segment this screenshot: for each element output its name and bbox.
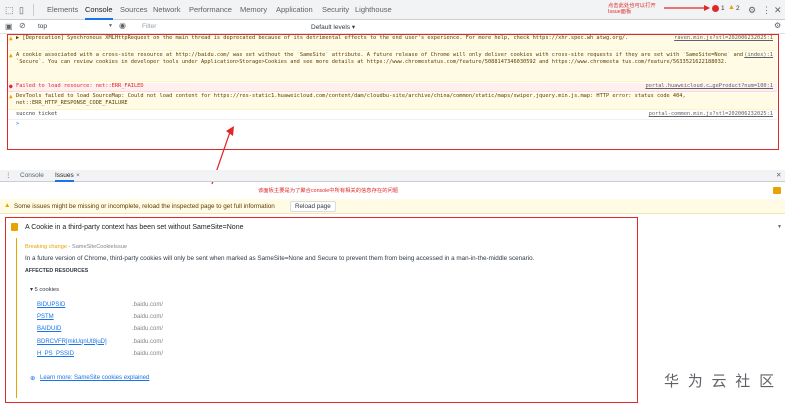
tab-lighthouse[interactable]: Lighthouse — [355, 0, 392, 20]
console-message: ▲ A cookie associated with a cross-site r… — [8, 52, 777, 82]
gear-icon[interactable]: ⚙ — [748, 0, 756, 20]
message-text: A cookie associated with a cross-site re… — [16, 52, 744, 66]
cookie-domain-list: .baidu.com/ .baidu.com/ .baidu.com/ .bai… — [132, 299, 163, 360]
cookie-name[interactable]: PSTM — [37, 314, 54, 320]
more-menu-icon[interactable]: ⋮ — [762, 0, 771, 20]
cookie-domain: .baidu.com/ — [132, 350, 164, 357]
cookie-name[interactable]: H_PS_PSSID — [37, 351, 74, 357]
chevron-down-icon[interactable]: ▼ — [777, 224, 782, 230]
divider — [33, 4, 34, 16]
inspect-element-icon[interactable]: ⬚ — [5, 0, 14, 20]
warning-icon: ▲ — [9, 93, 13, 100]
context-select[interactable]: top — [38, 23, 47, 30]
info-bar-text: Some issues might be missing or incomple… — [14, 203, 275, 210]
cookie-row: H_PS_PSSID — [37, 348, 107, 360]
cookies-toggle[interactable]: ▾ 5 cookies — [30, 287, 59, 293]
issue-card: A Cookie in a third-party context has be… — [5, 217, 638, 403]
chevron-down-icon[interactable]: ▼ — [108, 23, 113, 29]
warning-icon[interactable]: ▲ — [728, 4, 735, 11]
cookie-domain: .baidu.com/ — [132, 314, 164, 321]
issues-info-bar: ▲ Some issues might be missing or incomp… — [0, 199, 785, 214]
message-source-link[interactable]: (index):1 — [744, 52, 773, 60]
tab-performance[interactable]: Performance — [189, 0, 232, 20]
warning-icon: ▲ — [4, 202, 11, 209]
console-prompt[interactable]: > — [8, 121, 777, 130]
annotation-arrow-right — [664, 5, 710, 11]
issue-description: In a future version of Chrome, third-par… — [25, 255, 535, 262]
sidebar-toggle-icon[interactable]: ▣ — [5, 22, 13, 31]
cookie-row: PSTM — [37, 311, 107, 323]
tab-memory[interactable]: Memory — [240, 0, 267, 20]
tab-console[interactable]: Console — [85, 0, 113, 20]
learn-more-link[interactable]: Learn more: SameSite cookies explained — [40, 375, 149, 381]
cookie-domain: .baidu.com/ — [132, 302, 164, 308]
cookie-domain: .baidu.com/ — [132, 326, 164, 333]
close-icon[interactable]: ✕ — [774, 0, 782, 20]
warning-icon: ▲ — [9, 52, 13, 59]
cookie-row: BDRCVFR[mkUqnUt8juD] — [37, 336, 107, 348]
issue-source: SameSiteCookieIssue — [71, 244, 128, 250]
reload-page-button[interactable]: Reload page — [290, 201, 336, 212]
filter-input[interactable]: Filter — [142, 23, 156, 30]
issue-flag-icon — [11, 223, 18, 231]
cookie-row: BAIDUID — [37, 323, 107, 335]
cookie-name[interactable]: BDRCVFR[mkUqnUt8juD] — [37, 339, 107, 345]
message-source-link[interactable]: raven.min.js?stl=202006232025:1 — [674, 35, 773, 43]
cookie-domain: .baidu.com/ — [132, 338, 164, 345]
drawer-menu-icon[interactable]: ⋮ — [5, 171, 12, 179]
devtools-tab-bar: ⬚ ▯ Elements Console Sources Network Per… — [0, 0, 785, 20]
annotation-top: 点击此处也可以打开Issue面板 — [608, 3, 656, 15]
console-filter-bar: ▣ ⊘ top ▼ ◉ Filter Default levels ▾ ⚙ — [0, 20, 785, 34]
console-message: ▲ ▶ [Deprecation] Synchronous XMLHttpRequ… — [8, 35, 777, 51]
cookie-list: BIDUPSID PSTM BAIDUID BDRCVFR[mkUqnUt8ju… — [37, 299, 107, 360]
message-source-link[interactable]: portal-common.min.js?stl=202006232025:1 — [649, 111, 773, 118]
warning-count: 2 — [736, 5, 740, 12]
tab-application[interactable]: Application — [276, 0, 313, 20]
device-toolbar-icon[interactable]: ▯ — [19, 0, 24, 20]
breaking-change-line: Breaking change - SameSiteCookieIssue — [25, 244, 127, 250]
message-source-link[interactable]: portal.huaweicloud.c…geProduct?num=100:1 — [645, 83, 773, 91]
error-count: 1 — [721, 5, 725, 12]
drawer-tab-bar: ⋮ Console Issues × ✕ — [0, 170, 785, 182]
console-message: ● Failed to load resource: net::ERR_FAILE… — [8, 83, 777, 92]
console-message: succno ticket portal-common.min.js?stl=20… — [8, 111, 777, 120]
cookie-name[interactable]: BAIDUID — [37, 326, 61, 332]
error-icon[interactable] — [712, 5, 719, 12]
issue-flag-icon — [773, 187, 781, 194]
message-text: ▶ [Deprecation] Synchronous XMLHttpReque… — [16, 35, 629, 41]
close-tab-icon[interactable]: × — [76, 172, 80, 179]
message-text: Failed to load resource: net::ERR_FAILED — [16, 83, 144, 89]
error-icon: ● — [9, 83, 13, 90]
tab-sources[interactable]: Sources — [120, 0, 148, 20]
console-messages: ▲ ▶ [Deprecation] Synchronous XMLHttpRequ… — [7, 34, 779, 150]
tab-security[interactable]: Security — [322, 0, 349, 20]
tab-network[interactable]: Network — [153, 0, 181, 20]
issue-title[interactable]: A Cookie in a third-party context has be… — [25, 224, 244, 231]
warning-icon: ▲ — [9, 35, 13, 42]
affected-resources-heading: AFFECTED RESOURCES — [25, 268, 89, 274]
tab-elements[interactable]: Elements — [47, 0, 78, 20]
watermark: 华 为 云 社 区 — [664, 372, 777, 390]
breaking-change-label: Breaking change — [25, 244, 67, 250]
drawer-tab-issues[interactable]: Issues — [55, 172, 74, 182]
issue-accent-bar — [16, 238, 17, 398]
eye-icon[interactable]: ◉ — [119, 21, 126, 30]
drawer-tab-console[interactable]: Console — [20, 172, 44, 179]
console-settings-icon[interactable]: ⚙ — [774, 21, 781, 30]
cookie-row: BIDUPSID — [37, 299, 107, 311]
annotation-middle: 该面板主要是为了聚合console中所有相关的信息存在的问题 — [258, 188, 399, 194]
message-text: succno ticket — [16, 111, 58, 117]
console-message: ▲ DevTools failed to load SourceMap: Coul… — [8, 93, 777, 110]
close-drawer-icon[interactable]: ✕ — [776, 171, 781, 179]
cookie-name[interactable]: BIDUPSID — [37, 302, 65, 308]
log-levels-select[interactable]: Default levels ▾ — [311, 23, 355, 31]
clear-console-icon[interactable]: ⊘ — [19, 21, 26, 30]
message-text: DevTools failed to load SourceMap: Could… — [16, 93, 686, 107]
external-link-icon: ⊕ — [30, 375, 36, 382]
